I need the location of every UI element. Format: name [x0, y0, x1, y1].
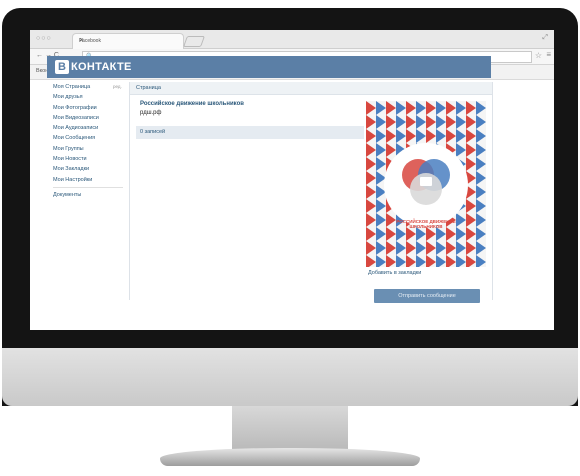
sidebar-item-audio[interactable]: Мои Аудиозаписи	[53, 123, 128, 133]
tab-bar: ○○○ Facebook ✕ ⤢	[30, 30, 554, 49]
sidebar-item-messages[interactable]: Мои Сообщения	[53, 133, 128, 143]
breadcrumb[interactable]: Страница	[130, 82, 492, 95]
fullscreen-icon[interactable]: ⤢	[542, 34, 548, 42]
new-tab-button[interactable]	[182, 36, 206, 47]
vk-sidebar: Моя Страница ред. Мои друзья Мои Фотогра…	[53, 82, 128, 200]
page-title: Российское движение школьников	[140, 101, 244, 107]
sidebar-item-documents[interactable]: Документы	[53, 186, 123, 200]
send-message-button[interactable]: Отправить сообщение	[374, 289, 480, 303]
sidebar-item-groups[interactable]: Мои Группы	[53, 144, 128, 154]
close-icon[interactable]: ✕	[79, 37, 178, 44]
window-buttons[interactable]: ○○○	[36, 35, 52, 42]
menu-icon[interactable]: ≡	[546, 50, 551, 59]
sidebar-item-photos[interactable]: Мои Фотографии	[53, 103, 128, 113]
avatar-image	[366, 101, 486, 267]
vk-logo[interactable]: В КОНТАКТЕ	[55, 60, 132, 74]
monitor-chin	[2, 348, 578, 406]
star-icon[interactable]: ☆	[535, 51, 542, 60]
monitor-stand-base	[160, 448, 420, 466]
sidebar-item-label: Моя Страница	[53, 84, 91, 90]
sidebar-item-news[interactable]: Мои Новости	[53, 154, 128, 164]
browser-tab[interactable]: Facebook ✕	[72, 33, 184, 49]
edit-link[interactable]: ред.	[113, 82, 122, 92]
sidebar-item-my-page[interactable]: Моя Страница ред.	[53, 82, 128, 92]
vk-main-content: Страница Российское движение школьников …	[129, 82, 493, 303]
sidebar-item-settings[interactable]: Мои Настройки	[53, 175, 128, 185]
sidebar-item-friends[interactable]: Мои друзья	[53, 92, 128, 102]
sidebar-item-videos[interactable]: Мои Видеозаписи	[53, 113, 128, 123]
sidebar-item-bookmarks[interactable]: Мои Закладки	[53, 164, 128, 174]
vk-logo-text: КОНТАКТЕ	[71, 61, 132, 73]
status-text: рдш.рф	[140, 110, 162, 116]
wall-posts-count[interactable]: 0 записей	[136, 126, 364, 139]
community-avatar[interactable]: РОССИЙСКОЕ ДВИЖЕНИЕ ШКОЛЬНИКОВ	[366, 101, 486, 267]
vk-header: В КОНТАКТЕ	[47, 56, 491, 78]
add-bookmark-link[interactable]: Добавить в закладки	[368, 270, 421, 276]
avatar-caption: РОССИЙСКОЕ ДВИЖЕНИЕ ШКОЛЬНИКОВ	[396, 219, 456, 229]
vk-logo-letter: В	[55, 60, 69, 74]
monitor-stand-neck	[232, 406, 348, 452]
